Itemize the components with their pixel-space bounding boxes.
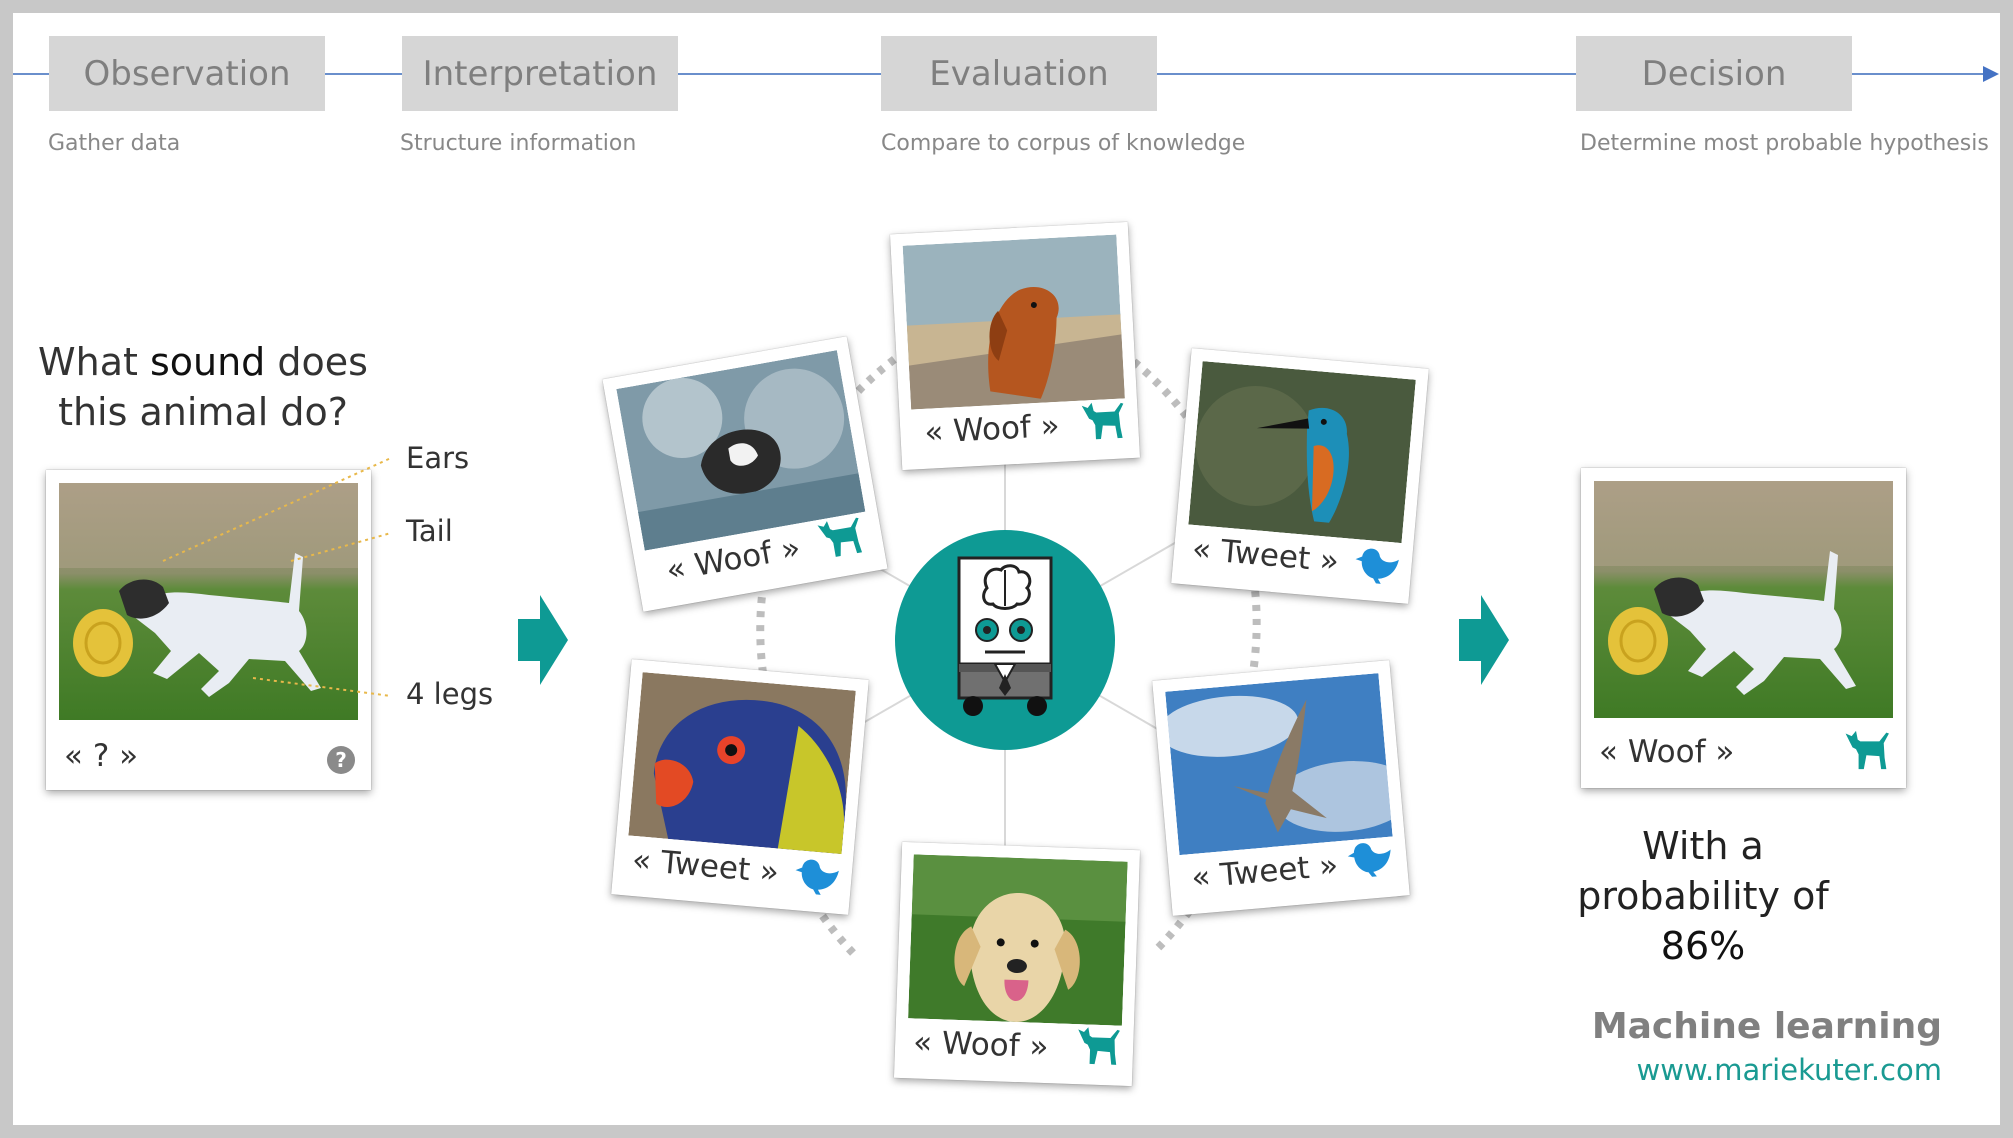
result-photo — [1594, 481, 1893, 718]
corpus-caption: « Woof » — [912, 1024, 1050, 1066]
feature-label-tail: Tail — [406, 514, 453, 548]
corpus-card: « Tweet » — [1152, 660, 1410, 916]
flow-arrow-left — [518, 595, 568, 685]
probability-text: With a probability of 86% — [1553, 821, 1853, 971]
stage-interpretation: Interpretation — [402, 36, 678, 111]
probability-value: 86% — [1660, 924, 1746, 968]
bird-icon — [1352, 543, 1403, 587]
dog-icon — [1074, 1024, 1125, 1068]
corpus-caption: « Tweet » — [630, 841, 781, 891]
robot-icon — [957, 556, 1053, 716]
corpus-photo-seagull — [1165, 673, 1393, 856]
result-photo-card: « Woof » — [1581, 468, 1906, 788]
stage-decision: Decision — [1576, 36, 1852, 111]
stage-description-decision: Determine most probable hypothesis — [1580, 131, 1989, 156]
corpus-card: « Woof » — [893, 841, 1141, 1087]
stage-description-interpretation: Structure information — [400, 131, 637, 156]
corpus-card: « Woof » — [889, 221, 1141, 471]
corpus-card: « Tweet » — [1171, 348, 1429, 604]
timeline-arrowhead — [1983, 66, 1999, 82]
stage-title: Interpretation — [422, 53, 658, 94]
result-caption: « Woof » — [1599, 734, 1735, 770]
dog-icon — [1079, 398, 1131, 443]
bird-icon — [792, 854, 843, 898]
corpus-photo-golden-retriever — [908, 854, 1128, 1026]
slide: Observation Interpretation Evaluation De… — [13, 13, 2000, 1125]
bird-icon — [1345, 836, 1396, 880]
probability-pre: With a probability of — [1577, 824, 1829, 918]
question-icon: ? — [327, 746, 355, 774]
corpus-card: « Woof » — [602, 336, 888, 612]
ml-model-hub — [895, 530, 1115, 750]
brand-title: Machine learning — [1591, 1006, 1942, 1047]
dog-icon — [814, 512, 871, 562]
dog-icon — [1843, 728, 1895, 772]
stage-description-evaluation: Compare to corpus of knowledge — [881, 131, 1246, 156]
stage-title: Evaluation — [929, 53, 1109, 94]
stage-evaluation: Evaluation — [881, 36, 1157, 111]
feature-leader-lines — [162, 457, 392, 697]
flow-arrow-right — [1459, 595, 1509, 685]
stage-title: Decision — [1641, 53, 1787, 94]
corpus-photo-parrot — [628, 672, 856, 855]
feature-label-ears: Ears — [406, 441, 470, 475]
corpus-caption: « Woof » — [923, 407, 1061, 451]
corpus-caption: « Tweet » — [1189, 847, 1340, 897]
corpus-photo-kingfisher — [1188, 361, 1416, 544]
corpus-photo-spaniel — [902, 234, 1125, 410]
corpus-card: « Tweet » — [611, 659, 869, 915]
input-caption: « ? » — [64, 738, 139, 774]
feature-label-legs: 4 legs — [406, 677, 494, 711]
svg-text:?: ? — [335, 748, 347, 772]
corpus-caption: « Tweet » — [1190, 530, 1341, 580]
brand-url: www.mariekuter.com — [1636, 1053, 1942, 1087]
